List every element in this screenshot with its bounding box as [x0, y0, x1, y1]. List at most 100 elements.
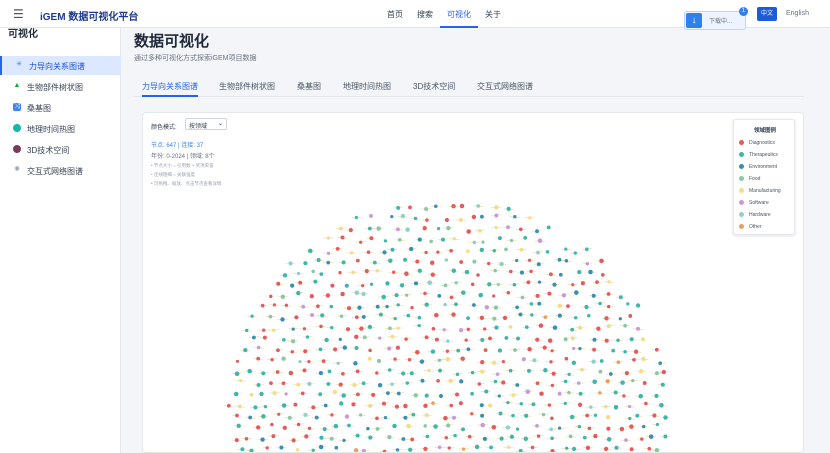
- graph-node[interactable]: [654, 393, 659, 399]
- graph-node[interactable]: [499, 436, 504, 441]
- graph-node[interactable]: [423, 446, 428, 452]
- graph-node[interactable]: [477, 382, 482, 386]
- graph-node[interactable]: [541, 412, 546, 417]
- graph-node[interactable]: [367, 324, 373, 330]
- graph-node[interactable]: [465, 249, 470, 254]
- graph-node[interactable]: [355, 369, 360, 374]
- graph-node[interactable]: [537, 280, 542, 284]
- graph-node[interactable]: [504, 335, 509, 340]
- graph-node[interactable]: [396, 391, 401, 396]
- graph-node[interactable]: [557, 426, 562, 430]
- graph-node[interactable]: [640, 437, 644, 441]
- graph-node[interactable]: [606, 437, 612, 442]
- graph-node[interactable]: [351, 270, 355, 275]
- graph-node[interactable]: [624, 438, 628, 442]
- graph-node[interactable]: [593, 413, 598, 417]
- graph-node[interactable]: [415, 350, 420, 355]
- graph-node[interactable]: [303, 412, 308, 417]
- graph-node[interactable]: [318, 371, 323, 376]
- graph-node[interactable]: [358, 413, 363, 417]
- graph-node[interactable]: [605, 414, 611, 420]
- graph-node[interactable]: [394, 404, 400, 409]
- graph-node[interactable]: [452, 237, 456, 241]
- graph-node[interactable]: [493, 268, 497, 273]
- graph-node[interactable]: [438, 368, 442, 373]
- graph-node[interactable]: [454, 302, 458, 307]
- graph-node[interactable]: [386, 391, 390, 395]
- graph-node[interactable]: [558, 272, 563, 277]
- graph-node[interactable]: [378, 312, 383, 317]
- graph-node[interactable]: [535, 381, 540, 386]
- graph-node[interactable]: [234, 438, 239, 443]
- graph-node[interactable]: [390, 382, 394, 386]
- graph-node[interactable]: [557, 391, 562, 396]
- graph-node[interactable]: [508, 368, 513, 373]
- graph-node[interactable]: [262, 335, 267, 340]
- graph-node[interactable]: [577, 402, 583, 407]
- graph-node[interactable]: [519, 247, 524, 252]
- graph-node[interactable]: [338, 226, 343, 231]
- graph-node[interactable]: [347, 423, 351, 428]
- graph-node[interactable]: [497, 348, 503, 353]
- graph-node[interactable]: [366, 250, 371, 254]
- graph-node[interactable]: [253, 405, 258, 410]
- graph-node[interactable]: [484, 305, 490, 310]
- graph-node[interactable]: [571, 283, 575, 287]
- graph-node[interactable]: [226, 403, 231, 408]
- graph-node[interactable]: [577, 424, 582, 429]
- graph-node[interactable]: [608, 372, 613, 376]
- graph-node[interactable]: [519, 270, 525, 275]
- graph-node[interactable]: [395, 448, 400, 452]
- graph-node[interactable]: [357, 305, 362, 310]
- graph-node[interactable]: [592, 347, 597, 352]
- graph-node[interactable]: [368, 403, 373, 408]
- graph-node[interactable]: [497, 236, 502, 241]
- graph-node[interactable]: [593, 433, 598, 439]
- graph-node[interactable]: [318, 444, 324, 450]
- graph-node[interactable]: [409, 371, 414, 376]
- graph-node[interactable]: [445, 357, 450, 362]
- graph-node[interactable]: [385, 304, 389, 309]
- graph-node[interactable]: [523, 436, 529, 442]
- graph-node[interactable]: [547, 403, 552, 407]
- graph-node[interactable]: [626, 302, 630, 306]
- graph-node[interactable]: [296, 271, 301, 276]
- graph-node[interactable]: [493, 305, 499, 310]
- graph-node[interactable]: [576, 381, 581, 385]
- graph-node[interactable]: [352, 382, 357, 388]
- graph-node[interactable]: [587, 426, 592, 431]
- graph-node[interactable]: [497, 394, 501, 398]
- graph-node[interactable]: [532, 358, 537, 363]
- graph-node[interactable]: [459, 203, 465, 209]
- graph-node[interactable]: [635, 303, 641, 308]
- graph-node[interactable]: [237, 404, 242, 409]
- graph-node[interactable]: [461, 290, 466, 295]
- graph-node[interactable]: [567, 372, 571, 377]
- graph-node[interactable]: [383, 415, 388, 420]
- graph-node[interactable]: [375, 269, 380, 273]
- graph-node[interactable]: [663, 415, 668, 420]
- graph-node[interactable]: [256, 356, 261, 361]
- graph-node[interactable]: [437, 358, 442, 363]
- graph-node[interactable]: [390, 247, 395, 252]
- graph-node[interactable]: [466, 316, 470, 320]
- graph-node[interactable]: [388, 258, 393, 263]
- graph-node[interactable]: [552, 325, 558, 330]
- graph-node[interactable]: [326, 236, 331, 240]
- graph-node[interactable]: [429, 260, 435, 266]
- graph-node[interactable]: [245, 328, 249, 333]
- graph-node[interactable]: [369, 213, 373, 218]
- graph-node[interactable]: [518, 448, 523, 453]
- graph-node[interactable]: [598, 301, 602, 306]
- graph-node[interactable]: [334, 445, 339, 450]
- graph-node[interactable]: [633, 349, 639, 354]
- graph-node[interactable]: [244, 437, 249, 441]
- graph-node[interactable]: [548, 272, 553, 277]
- graph-node[interactable]: [472, 303, 476, 307]
- graph-node[interactable]: [523, 236, 528, 240]
- graph-node[interactable]: [604, 404, 608, 409]
- graph-node[interactable]: [280, 294, 286, 300]
- graph-node[interactable]: [346, 306, 352, 311]
- graph-node[interactable]: [493, 379, 498, 384]
- graph-node[interactable]: [592, 379, 597, 385]
